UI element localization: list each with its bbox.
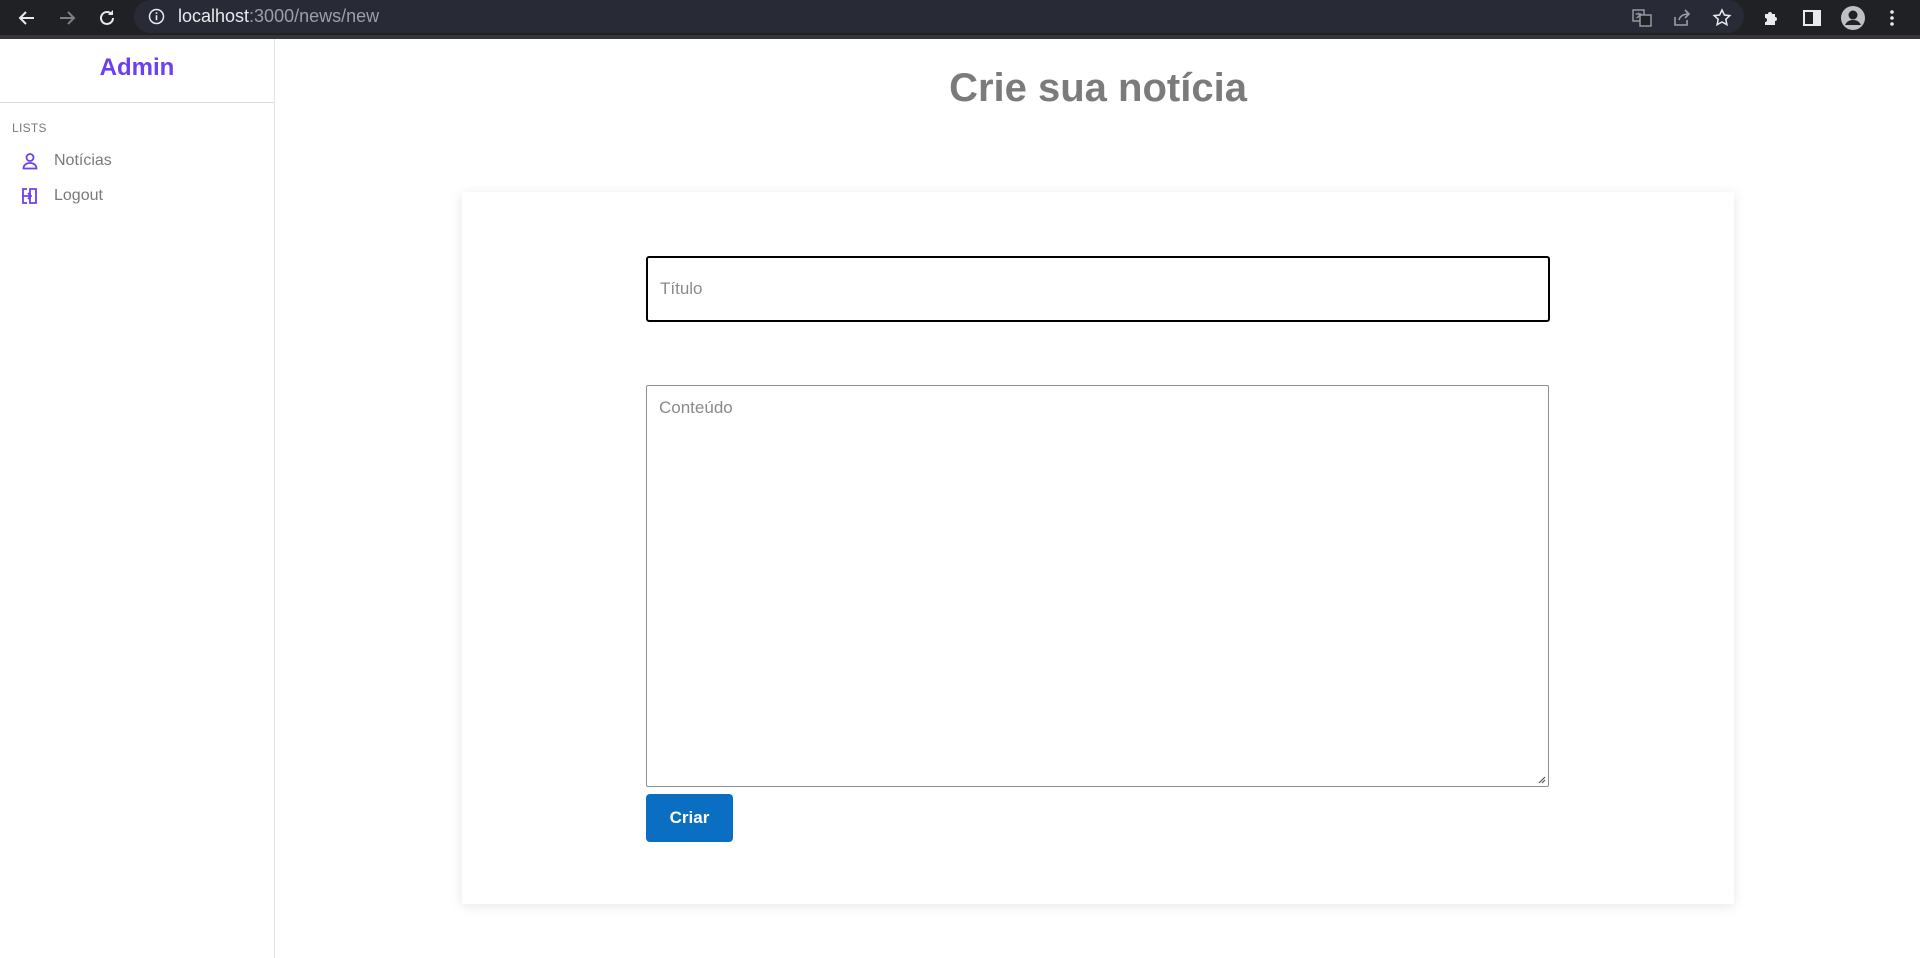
news-form-card: Criar bbox=[462, 192, 1734, 904]
translate-button[interactable] bbox=[1628, 4, 1656, 32]
section-label: LISTS bbox=[12, 121, 47, 135]
star-icon bbox=[1712, 8, 1732, 27]
user-icon bbox=[20, 151, 40, 171]
sidebar: Admin LISTS Notícias Logout bbox=[0, 39, 275, 958]
arrow-right-icon bbox=[60, 11, 76, 25]
reload-button[interactable] bbox=[92, 3, 122, 33]
resize-grip-icon[interactable] bbox=[1536, 774, 1546, 784]
reload-icon bbox=[100, 10, 114, 25]
side-panel-icon bbox=[1803, 10, 1821, 26]
puzzle-icon bbox=[1765, 12, 1777, 25]
share-button[interactable] bbox=[1668, 4, 1696, 32]
page-title: Crie sua notícia bbox=[949, 66, 1247, 110]
menu-button[interactable] bbox=[1878, 4, 1906, 32]
share-icon bbox=[1674, 9, 1691, 26]
sidebar-item-label: Logout bbox=[54, 186, 103, 204]
info-icon bbox=[148, 8, 165, 25]
bookmark-button[interactable] bbox=[1708, 4, 1736, 32]
translate-icon bbox=[1632, 9, 1652, 27]
more-vertical-icon bbox=[1890, 10, 1894, 26]
address-bar[interactable]: localhost:3000/news/new bbox=[134, 0, 1744, 33]
extensions-button[interactable] bbox=[1757, 4, 1785, 32]
forward-button[interactable] bbox=[52, 3, 82, 33]
side-panel-button[interactable] bbox=[1798, 4, 1826, 32]
sidebar-item-logout[interactable]: Logout bbox=[0, 178, 274, 213]
sidebar-menu: Notícias Logout bbox=[0, 143, 274, 213]
avatar-icon bbox=[1841, 6, 1865, 30]
sidebar-item-label: Notícias bbox=[54, 151, 112, 169]
toolbar-divider bbox=[0, 35, 1920, 39]
back-button[interactable] bbox=[12, 3, 42, 33]
brand-title[interactable]: Admin bbox=[100, 54, 175, 82]
create-button[interactable]: Criar bbox=[646, 794, 733, 842]
sidebar-item-noticias[interactable]: Notícias bbox=[0, 143, 274, 178]
profile-button[interactable] bbox=[1839, 4, 1867, 32]
content-textarea[interactable] bbox=[646, 385, 1549, 787]
browser-toolbar: localhost:3000/news/new bbox=[0, 0, 1920, 39]
arrow-left-icon bbox=[18, 11, 34, 25]
url-path: :3000/news/new bbox=[249, 6, 380, 26]
title-input[interactable] bbox=[646, 256, 1550, 322]
url-host: localhost bbox=[178, 6, 250, 26]
url-text: localhost:3000/news/new bbox=[178, 6, 379, 27]
logout-icon bbox=[20, 186, 40, 206]
brand: Admin bbox=[0, 39, 274, 103]
